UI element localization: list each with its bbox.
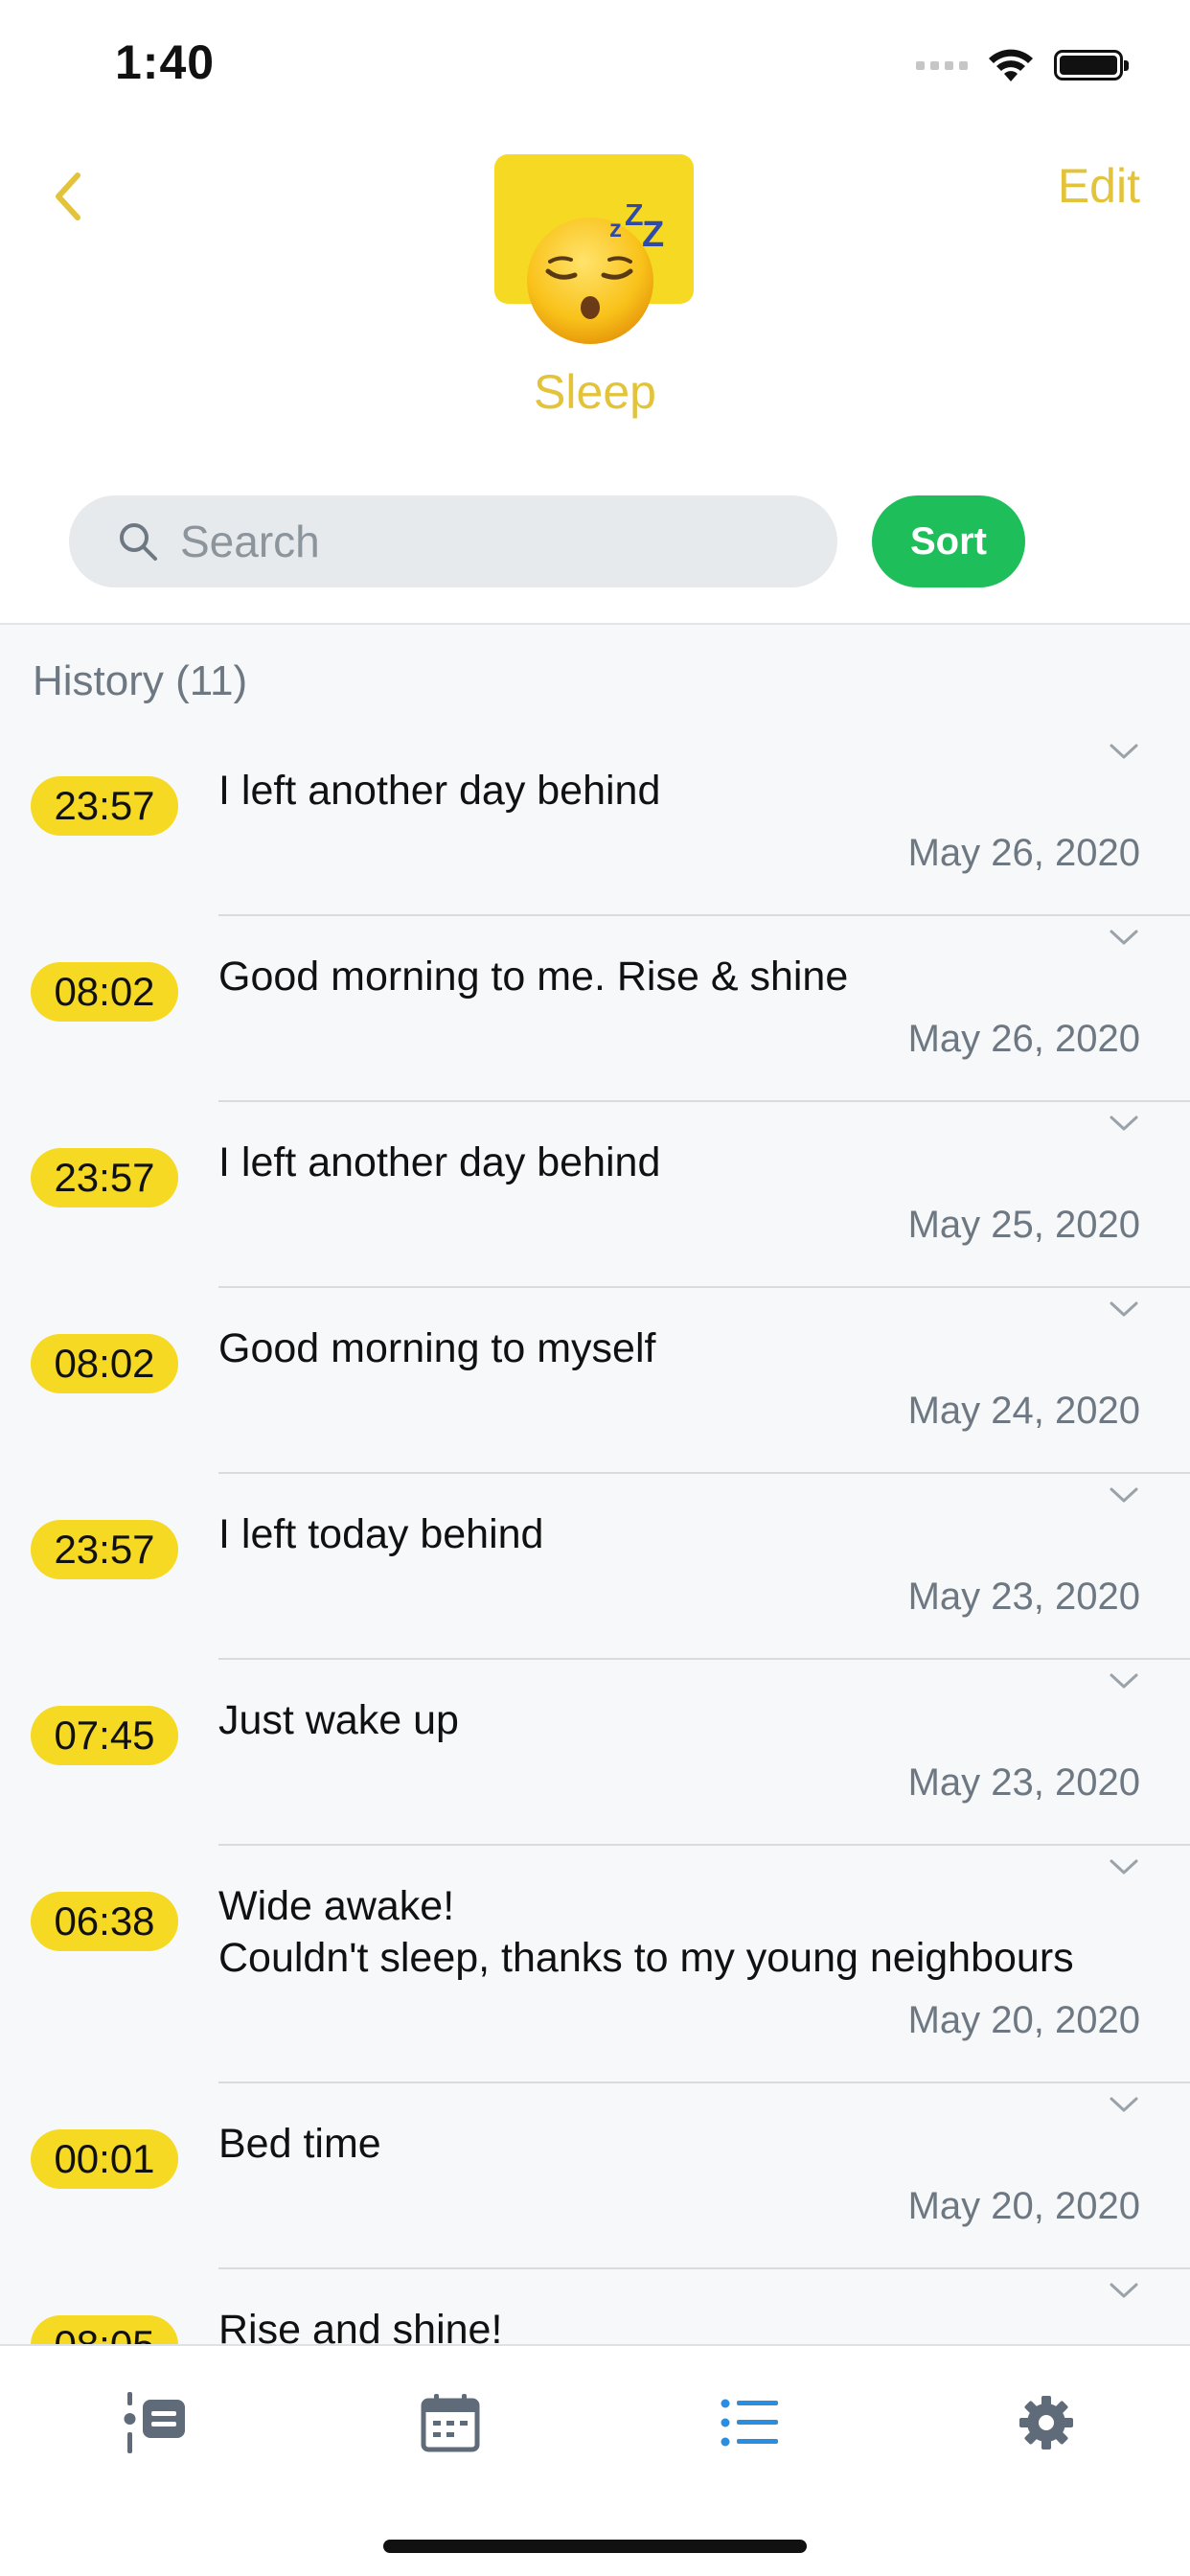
svg-text:Z: Z: [625, 204, 644, 232]
tab-timeline[interactable]: [107, 2375, 203, 2471]
entry-text: Good morning to me. Rise & shine: [218, 954, 849, 1000]
entry-time-badge: 07:45: [31, 1706, 178, 1765]
entry-text: I left another day behind: [218, 1139, 661, 1185]
list-item[interactable]: 00:01 Bed time May 20, 2020: [0, 2083, 1190, 2269]
chevron-down-icon[interactable]: [1106, 1476, 1142, 1512]
list-item[interactable]: 23:57 I left another day behind May 26, …: [0, 730, 1190, 916]
entry-time-badge: 06:38: [31, 1892, 178, 1951]
status-time: 1:40: [115, 35, 216, 89]
entry-date: May 26, 2020: [907, 1018, 1140, 1060]
list-item[interactable]: 08:05 Rise and shine!: [0, 2269, 1190, 2344]
chevron-down-icon[interactable]: [1106, 918, 1142, 954]
sleeping-face-emoji-icon: z Z Z: [527, 204, 664, 344]
entry-time-badge: 23:57: [31, 1520, 178, 1579]
history-entries: 23:57 I left another day behind May 26, …: [0, 730, 1190, 2344]
gear-icon: [1019, 2396, 1073, 2450]
status-bar: 1:40: [0, 0, 1190, 129]
list-item[interactable]: 07:45 Just wake up May 23, 2020: [0, 1660, 1190, 1846]
entry-text: Rise and shine!: [218, 2307, 503, 2344]
timeline-icon: [124, 2392, 185, 2453]
entry-text: Bed time: [218, 2121, 381, 2167]
entry-text: Just wake up: [218, 1697, 459, 1743]
sort-button[interactable]: Sort: [872, 495, 1025, 587]
search-icon: [120, 523, 157, 561]
chevron-down-icon[interactable]: [1106, 1104, 1142, 1140]
calendar-icon: [421, 2394, 480, 2452]
chevron-down-icon[interactable]: [1106, 2085, 1142, 2122]
svg-text:z: z: [609, 214, 622, 242]
home-indicator: [383, 2540, 807, 2553]
category-icon: z Z Z: [494, 154, 696, 365]
edit-button[interactable]: Edit: [1058, 158, 1140, 214]
wifi-icon: [989, 49, 1033, 81]
chevron-down-icon[interactable]: [1106, 732, 1142, 769]
search-row: Sort: [0, 484, 1190, 623]
list-item[interactable]: 08:02 Good morning to myself May 24, 202…: [0, 1288, 1190, 1474]
back-button[interactable]: [38, 158, 96, 235]
list-item[interactable]: 23:57 I left another day behind May 25, …: [0, 1102, 1190, 1288]
entry-date: May 20, 2020: [907, 2185, 1140, 2227]
chevron-down-icon[interactable]: [1106, 1848, 1142, 1884]
entry-text: Wide awake! Couldn't sleep, thanks to my…: [218, 1883, 1074, 1981]
tab-calendar[interactable]: [402, 2375, 498, 2471]
entry-date: May 23, 2020: [907, 1576, 1140, 1618]
tab-bar: [0, 2344, 1190, 2576]
category-name: Sleep: [534, 365, 656, 419]
entry-date: May 20, 2020: [907, 1999, 1140, 2041]
chevron-down-icon[interactable]: [1106, 2271, 1142, 2308]
list-item[interactable]: 23:57 I left today behind May 23, 2020: [0, 1474, 1190, 1660]
header: Edit z Z Z Sleep: [0, 129, 1190, 484]
entry-date: May 26, 2020: [907, 832, 1140, 874]
history-title: History (11): [33, 657, 248, 704]
entry-text: I left today behind: [218, 1511, 544, 1557]
entry-time-badge: 00:01: [31, 2129, 178, 2189]
chevron-left-icon: [56, 172, 80, 220]
history-list[interactable]: History (11) 23:57 I left another day be…: [0, 623, 1190, 2344]
cellular-signal-icon: [916, 60, 968, 70]
entry-time-badge: 08:05: [31, 2315, 178, 2344]
status-icons: [916, 46, 1129, 84]
tab-list[interactable]: [701, 2375, 797, 2471]
svg-text:Z: Z: [642, 215, 664, 255]
chevron-down-icon[interactable]: [1106, 1290, 1142, 1326]
entry-text: Good morning to myself: [218, 1325, 656, 1371]
list-icon: [721, 2399, 778, 2447]
tab-settings[interactable]: [998, 2375, 1094, 2471]
entry-time-badge: 23:57: [31, 776, 178, 836]
list-item[interactable]: 06:38 Wide awake! Couldn't sleep, thanks…: [0, 1846, 1190, 2083]
entry-time-badge: 23:57: [31, 1148, 178, 1208]
search-input[interactable]: [178, 515, 757, 568]
entry-date: May 25, 2020: [907, 1204, 1140, 1246]
battery-icon: [1054, 50, 1129, 80]
chevron-down-icon[interactable]: [1106, 1662, 1142, 1698]
entry-time-badge: 08:02: [31, 962, 178, 1022]
entry-text: I left another day behind: [218, 768, 661, 814]
entry-time-badge: 08:02: [31, 1334, 178, 1393]
search-box[interactable]: [69, 495, 837, 587]
list-item[interactable]: 08:02 Good morning to me. Rise & shine M…: [0, 916, 1190, 1102]
entry-date: May 23, 2020: [907, 1761, 1140, 1804]
entry-date: May 24, 2020: [907, 1390, 1140, 1432]
